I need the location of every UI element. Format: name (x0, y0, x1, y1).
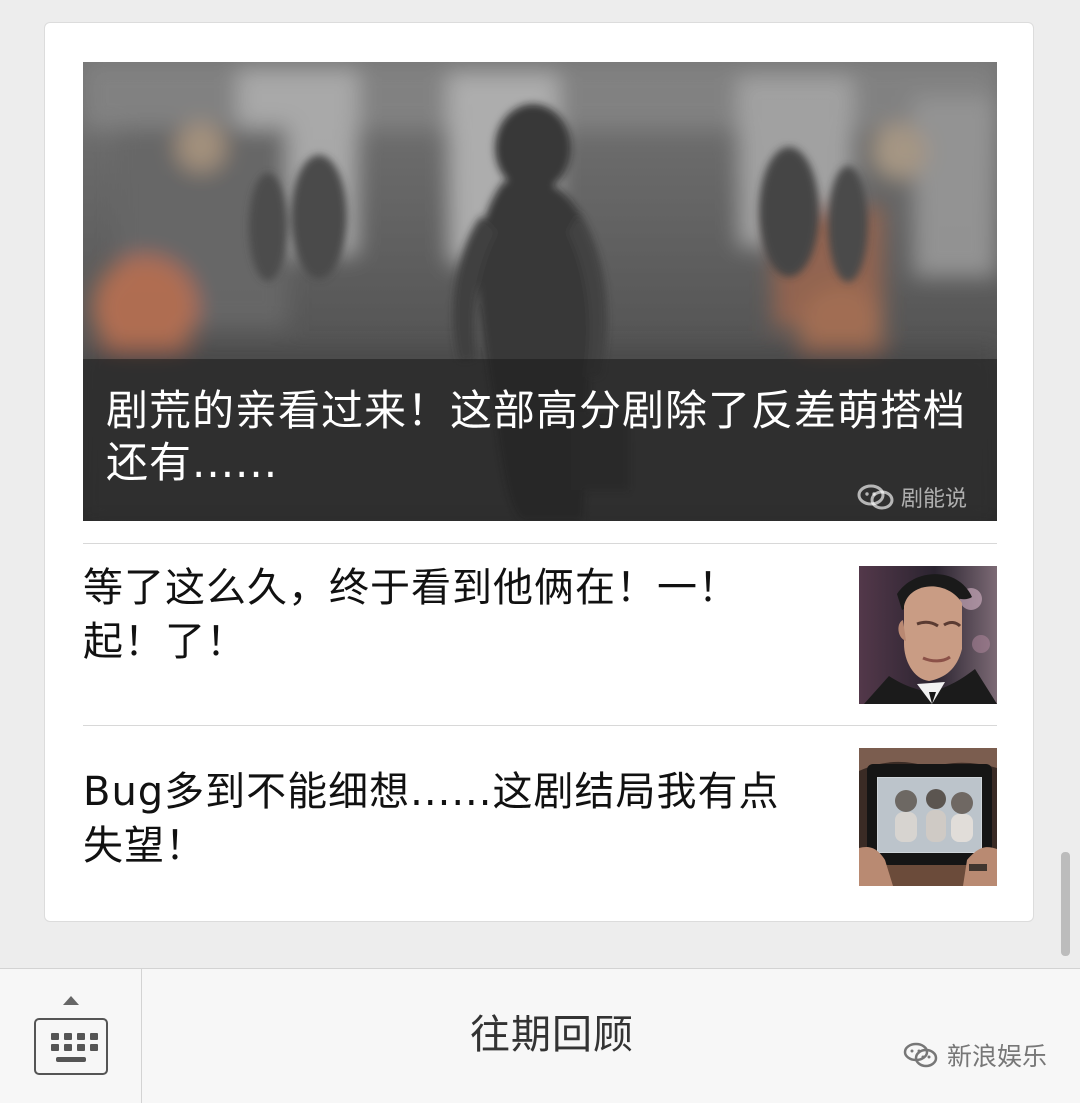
featured-watermark-label: 剧能说 (900, 487, 967, 512)
wechat-icon (857, 484, 894, 510)
article-thumbnail-portrait (859, 566, 997, 704)
wechat-icon (903, 1042, 938, 1068)
article-title[interactable]: 等了这么久，终于看到他俩在！一！起！了！ (83, 561, 803, 669)
featured-article-title[interactable]: 剧荒的亲看过来！这部高分剧除了反差萌搭档还有...... (106, 385, 966, 489)
list-item[interactable]: Bug多到不能细想......这剧结局我有点失望！ (83, 727, 997, 886)
brand-watermark-label: 新浪娱乐 (946, 1042, 1047, 1071)
article-thumbnail-tablet (859, 748, 997, 886)
keyboard-icon (34, 1018, 108, 1075)
brand-watermark: 新浪娱乐 (903, 1037, 1047, 1073)
featured-article[interactable]: 剧荒的亲看过来！这部高分剧除了反差萌搭档还有...... 剧能说 (83, 62, 997, 521)
tablet-photo-icon[interactable] (859, 748, 997, 886)
article-title[interactable]: Bug多到不能细想......这剧结局我有点失望！ (83, 765, 803, 873)
portrait-icon[interactable] (859, 566, 997, 704)
featured-watermark: 剧能说 (857, 481, 967, 513)
list-item[interactable]: 等了这么久，终于看到他俩在！一！起！了！ (83, 545, 997, 704)
scrollbar[interactable] (1061, 852, 1070, 956)
article-divider (83, 543, 997, 544)
featured-title-overlay: 剧荒的亲看过来！这部高分剧除了反差萌搭档还有...... 剧能说 (83, 359, 997, 521)
keyboard-toggle-button[interactable] (0, 969, 142, 1103)
past-review-menu-button[interactable]: 往期回顾 (470, 1010, 750, 1060)
bottom-menu-bar: 往期回顾 新浪娱乐 (0, 968, 1080, 1103)
article-card: 剧荒的亲看过来！这部高分剧除了反差萌搭档还有...... 剧能说 等了这么久，终… (44, 22, 1034, 922)
chevron-up-icon (63, 996, 79, 1005)
article-divider (83, 725, 997, 726)
